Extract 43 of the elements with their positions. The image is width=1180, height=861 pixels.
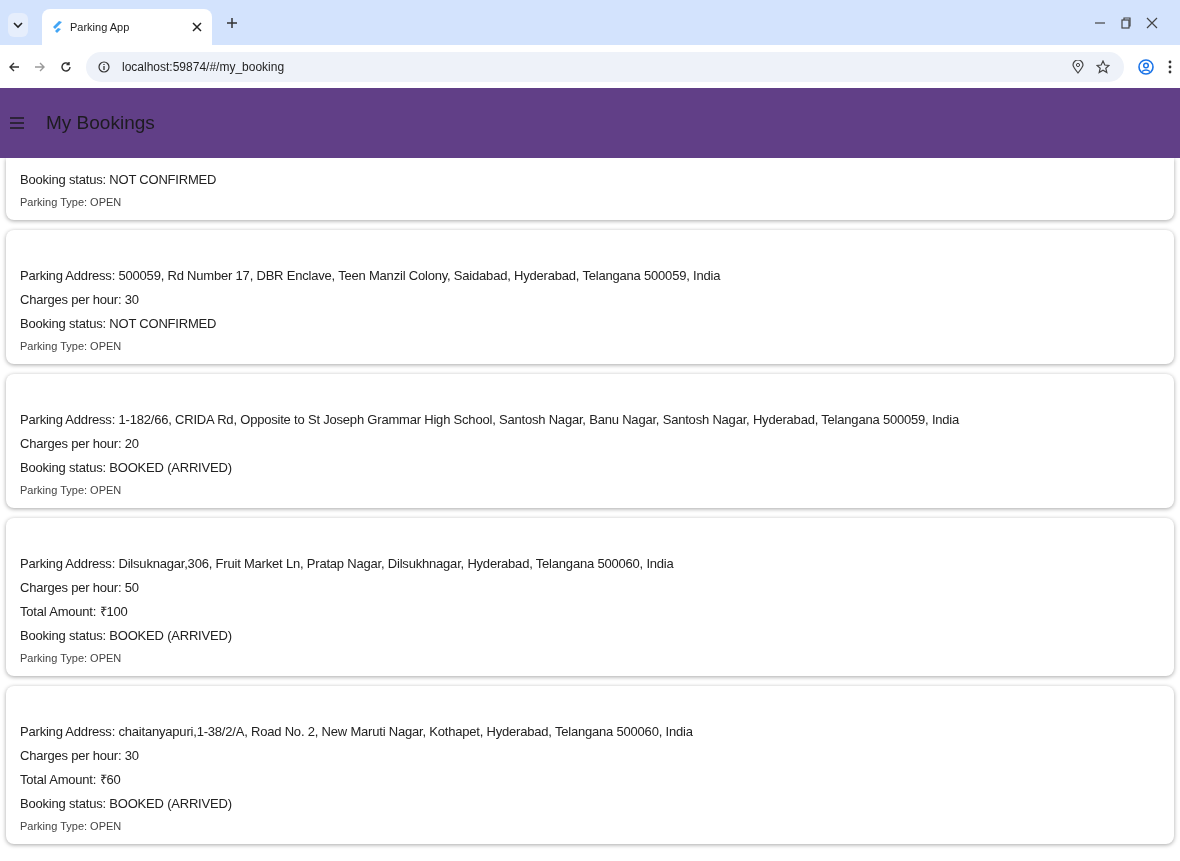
address-field[interactable]: localhost:59874/#/my_booking <box>86 51 1124 82</box>
booking-detail: Charges per hour: 30 <box>20 747 140 765</box>
booking-detail: Parking Address: 500059, Rd Number 17, DBR Enclave, Teen Manzil Colony, Saidabad, Hyderabad, Telangana 500059, India <box>20 267 722 285</box>
booking-detail: Charges per hour: 50 <box>20 579 140 597</box>
booking-detail: Booking status: BOOKED (ARRIVED) <box>20 459 233 477</box>
booking-detail: Parking Type: OPEN <box>20 651 123 666</box>
restore-icon[interactable] <box>1120 17 1132 29</box>
booking-detail: Parking Address: 1-182/66, CRIDA Rd, Opposite to St Joseph Grammar High School, Santosh Nagar, Banu Nagar, Santosh Nagar, Hyderabad, Telangana 500059, India <box>20 411 961 429</box>
booking-detail: Total Amount: ₹100 <box>20 603 129 621</box>
booking-detail: Booking status: NOT CONFIRMED <box>20 315 218 333</box>
booking-detail: Parking Address: chaitanyapuri,1-38/2/A, Road No. 2, New Maruti Nagar, Kothapet, Hyderabad, Telangana 500060, India <box>20 723 694 741</box>
booking-detail: Parking Type: OPEN <box>20 339 123 354</box>
forward-icon[interactable] <box>34 60 46 73</box>
new-tab-icon[interactable] <box>226 17 238 29</box>
back-icon[interactable] <box>8 60 20 73</box>
close-icon[interactable] <box>192 22 202 32</box>
url-text: localhost:59874/#/my_booking <box>122 59 285 74</box>
page-title: My Bookings <box>46 112 155 134</box>
caret-icon <box>13 21 23 29</box>
tab-title: Parking App <box>70 21 131 33</box>
booking-detail: Total Amount: ₹60 <box>20 771 122 789</box>
booking-detail: Parking Type: OPEN <box>20 483 123 498</box>
booking-detail: Parking Type: OPEN <box>20 819 123 834</box>
booking-card[interactable] <box>6 374 1174 508</box>
booking-detail: Parking Address: Dilsuknagar,306, Fruit Market Ln, Pratap Nagar, Dilsukhnagar, Hyderabad, Telangana 500060, India <box>20 555 675 573</box>
booking-detail: Booking status: NOT CONFIRMED <box>20 171 218 189</box>
booking-detail: Parking Type: OPEN <box>20 195 123 210</box>
booking-detail: Charges per hour: 30 <box>20 291 140 309</box>
flutter-icon <box>52 21 62 33</box>
browser-tab[interactable]: Parking App <box>42 9 212 45</box>
location-pin-icon[interactable] <box>1072 59 1084 74</box>
booking-card[interactable]: Parking Address: 500059, Rd Number 17, DBR Enclave, Teen Manzil Colony, Saidabad, Hyderabad, Telangana 500059, India Charges per hour: 30 Booking status: NOT CONFIRMED Parking Type: OPEN <box>6 230 1174 364</box>
close-icon[interactable] <box>1146 17 1158 29</box>
reload-icon[interactable] <box>60 60 72 73</box>
tab-list-button[interactable] <box>8 13 28 37</box>
booking-detail: Booking status: BOOKED (ARRIVED) <box>20 627 233 645</box>
more-icon[interactable] <box>1168 59 1172 74</box>
profile-icon[interactable] <box>1138 58 1154 75</box>
booking-detail: Charges per hour: 20 <box>20 435 140 453</box>
info-icon <box>98 60 110 73</box>
booking-card[interactable]: Booking status: NOT CONFIRMED Parking Type: OPEN <box>6 158 1174 220</box>
star-icon[interactable] <box>1096 59 1110 74</box>
booking-detail: Booking status: BOOKED (ARRIVED) <box>20 795 233 813</box>
